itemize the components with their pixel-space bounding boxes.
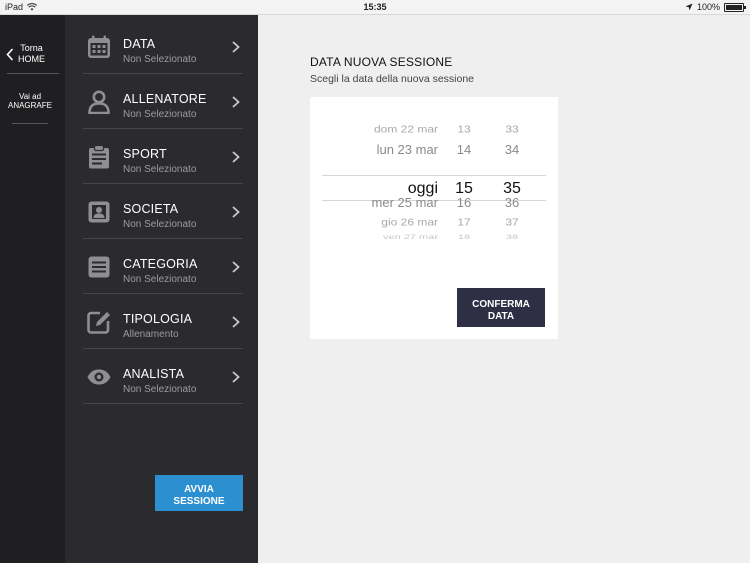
picker-minute-cell: 37 xyxy=(505,216,519,228)
status-bar: iPad 15:35 100% xyxy=(0,0,750,15)
chevron-right-icon xyxy=(232,96,240,108)
picker-minute-cell: 36 xyxy=(504,194,520,210)
menu-item-data[interactable]: DATA Non Selezionato xyxy=(83,19,243,74)
picker-minute-cell: 38 xyxy=(505,233,519,241)
date-picker-card: sab 21 mar1232dom 22 mar1333lun 23 mar14… xyxy=(310,97,558,339)
chevron-right-icon xyxy=(232,41,240,53)
picker-hour-cell: 16 xyxy=(456,194,472,210)
chevron-right-icon xyxy=(232,206,240,218)
battery-percent: 100% xyxy=(696,2,720,12)
menu-item-tipologia[interactable]: TIPOLOGIA Allenamento xyxy=(83,294,243,349)
picker-date-cell: gio 26 mar xyxy=(381,216,438,228)
menu-item-sport[interactable]: SPORT Non Selezionato xyxy=(83,129,243,184)
start-session-button[interactable]: AVVIA SESSIONE xyxy=(155,475,243,511)
menu-item-subtitle: Allenamento xyxy=(123,329,179,340)
picker-minute-cell: 33 xyxy=(505,123,519,135)
chevron-right-icon xyxy=(232,151,240,163)
anag-line1: Vai ad xyxy=(18,92,42,101)
picker-selection-line-top xyxy=(322,175,546,176)
picker-row[interactable]: lun 23 mar 14 34 xyxy=(322,140,546,159)
menu-item-societa[interactable]: SOCIETA Non Selezionato xyxy=(83,184,243,239)
picker-date-cell: ven 27 mar xyxy=(382,233,438,241)
back-line2: HOME xyxy=(18,54,45,64)
menu-item-title: ALLENATORE xyxy=(123,92,207,106)
picker-hour-cell: 17 xyxy=(457,216,471,228)
picker-hour-cell: 18 xyxy=(457,233,471,241)
anag-line2: ANAGRAFE xyxy=(7,101,52,110)
status-time: 15:35 xyxy=(363,2,387,12)
page-subtitle: Scegli la data della nuova sessione xyxy=(310,73,475,85)
menu-item-subtitle: Non Selezionato xyxy=(123,54,197,65)
menu-item-subtitle: Non Selezionato xyxy=(123,384,197,395)
menu-item-title: TIPOLOGIA xyxy=(123,312,193,326)
clipboard-icon xyxy=(89,145,109,169)
rail-divider xyxy=(12,123,48,124)
status-right: 100% xyxy=(685,2,746,12)
chevron-right-icon xyxy=(232,316,240,328)
main-content: DATA NUOVA SESSIONE Scegli la data della… xyxy=(258,15,750,563)
session-menu: DATA Non Selezionato ALLENATORE Non Sele… xyxy=(65,15,258,563)
chevron-right-icon xyxy=(232,371,240,383)
menu-item-subtitle: Non Selezionato xyxy=(123,164,197,175)
picker-row[interactable]: dom 22 mar 13 33 xyxy=(322,121,546,136)
menu-item-categoria[interactable]: CATEGORIA Non Selezionato xyxy=(83,239,243,294)
back-line1: Torna xyxy=(20,43,43,53)
eye-icon xyxy=(87,369,111,385)
menu-item-title: SPORT xyxy=(123,147,167,161)
date-time-picker[interactable]: sab 21 mar1232dom 22 mar1333lun 23 mar14… xyxy=(322,121,546,251)
chevron-right-icon xyxy=(232,261,240,273)
menu-item-subtitle: Non Selezionato xyxy=(123,219,197,230)
confirm-line1: CONFERMA xyxy=(472,299,530,310)
picker-date-cell: lun 23 mar xyxy=(376,141,438,157)
confirm-date-button[interactable]: CONFERMA DATA xyxy=(457,288,545,327)
page-title: DATA NUOVA SESSIONE xyxy=(310,55,453,69)
menu-item-title: SOCIETA xyxy=(123,202,179,216)
battery-fill xyxy=(726,4,742,10)
calendar-icon xyxy=(88,35,110,58)
picker-hour-cell: 13 xyxy=(457,123,471,135)
menu-item-allenatore[interactable]: ALLENATORE Non Selezionato xyxy=(83,74,243,129)
menu-item-title: DATA xyxy=(123,37,156,51)
start-line1: AVVIA xyxy=(184,484,214,495)
id-card-icon xyxy=(88,201,110,223)
menu-item-subtitle: Non Selezionato xyxy=(123,274,197,285)
rail-divider xyxy=(7,73,59,74)
go-anagrafe-button[interactable]: Vai ad ANAGRAFE xyxy=(0,92,60,110)
person-icon xyxy=(88,90,110,114)
edit-icon xyxy=(87,311,110,334)
list-icon xyxy=(88,256,110,278)
picker-row[interactable]: gio 26 mar 17 37 xyxy=(322,214,546,229)
picker-minute-cell: 34 xyxy=(504,141,520,157)
start-line2: SESSIONE xyxy=(173,496,225,507)
picker-row[interactable]: ven 27 mar 18 38 xyxy=(322,232,546,242)
picker-date-cell: mer 25 mar xyxy=(371,194,438,210)
battery-icon xyxy=(724,2,746,12)
menu-item-subtitle: Non Selezionato xyxy=(123,109,197,120)
menu-item-title: ANALISTA xyxy=(123,367,185,381)
picker-date-cell: dom 22 mar xyxy=(373,123,438,135)
picker-row[interactable]: mer 25 mar 16 36 xyxy=(322,193,546,212)
back-home-button[interactable]: Torna HOME xyxy=(6,35,58,73)
location-arrow-icon xyxy=(685,3,693,11)
menu-item-title: CATEGORIA xyxy=(123,257,198,271)
menu-item-analista[interactable]: ANALISTA Non Selezionato xyxy=(83,349,243,404)
back-home-label: Torna HOME xyxy=(18,43,45,65)
confirm-line2: DATA xyxy=(487,311,515,322)
left-rail: Torna HOME Vai ad ANAGRAFE xyxy=(0,15,65,563)
chevron-left-icon xyxy=(6,47,14,61)
picker-hour-cell: 14 xyxy=(456,141,472,157)
